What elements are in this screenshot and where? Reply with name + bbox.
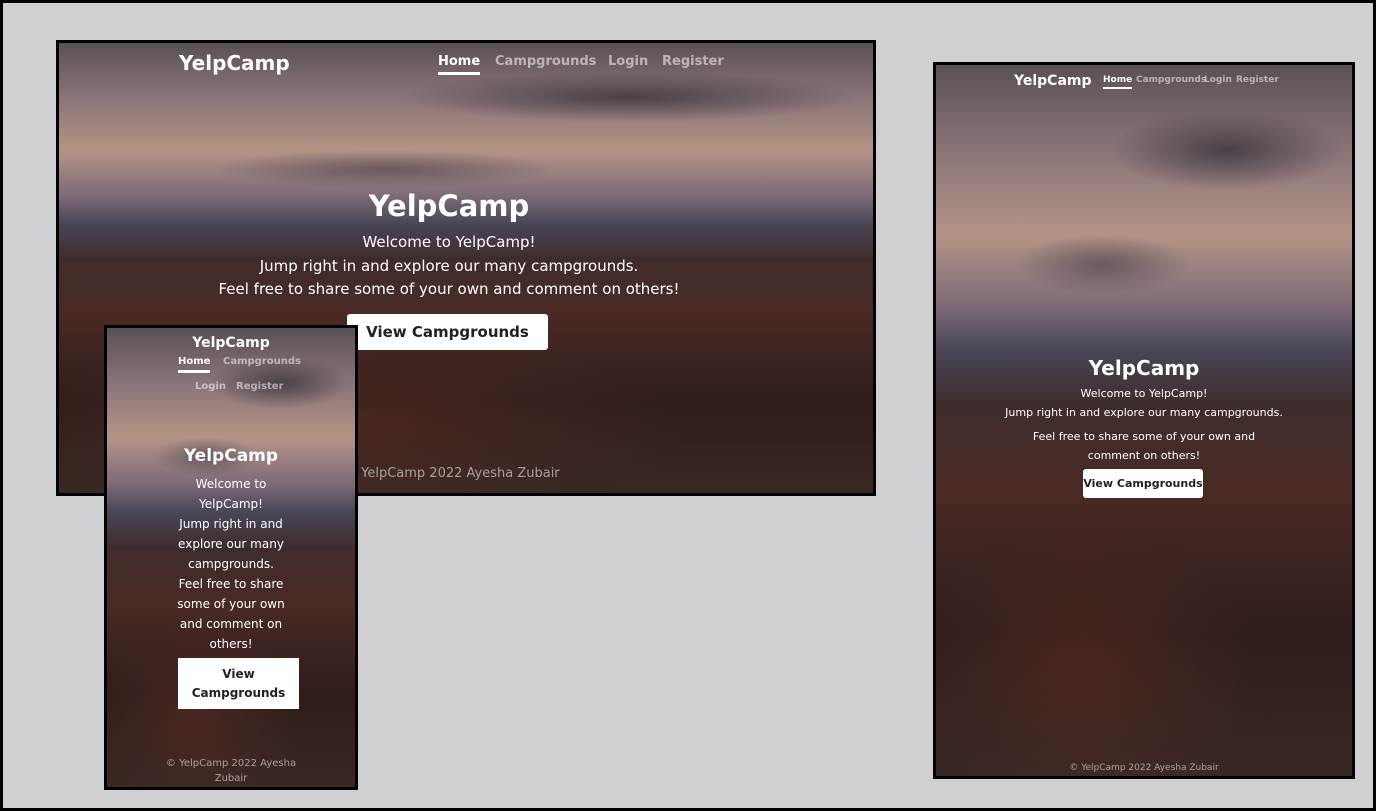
hero-line-explore: Jump right in and explore our many campg… — [259, 257, 639, 275]
hero-welcome: Welcome to YelpCamp! — [195, 477, 267, 511]
nav-register[interactable]: Register — [662, 54, 724, 69]
brand-logo[interactable]: YelpCamp — [1014, 73, 1092, 89]
brand-logo[interactable]: YelpCamp — [179, 51, 290, 75]
mobile-preview: YelpCamp Home Campgrounds Login Register… — [104, 325, 358, 790]
view-campgrounds-button[interactable]: View Campgrounds — [347, 314, 548, 350]
footer-text: © YelpCamp 2022 Ayesha Zubair — [165, 758, 297, 784]
hero-line-share: Feel free to share some of your own and … — [177, 577, 285, 651]
hero-line-share: Feel free to share some of your own and … — [1032, 430, 1256, 462]
tablet-preview: YelpCamp Home Campgrounds Login Register… — [933, 62, 1355, 779]
nav-register[interactable]: Register — [1236, 75, 1279, 85]
hero-welcome: Welcome to YelpCamp! — [362, 233, 536, 251]
footer-text: © YelpCamp 2022 Ayesha Zubair — [1069, 763, 1219, 773]
hero-line-explore: Jump right in and explore our many campg… — [1005, 406, 1283, 419]
brand-logo[interactable]: YelpCamp — [107, 335, 355, 351]
nav-register[interactable]: Register — [236, 381, 284, 392]
nav-home[interactable]: Home — [178, 356, 211, 373]
nav-home[interactable]: Home — [1103, 75, 1133, 89]
nav-login[interactable]: Login — [608, 54, 648, 69]
view-campgrounds-button[interactable]: View Campgrounds — [178, 658, 299, 709]
nav-campgrounds[interactable]: Campgrounds — [495, 54, 596, 69]
footer-text: © YelpCamp 2022 Ayesha Zubair — [344, 466, 560, 481]
nav-home[interactable]: Home — [438, 54, 481, 75]
hero-title: YelpCamp — [1088, 356, 1200, 380]
nav-campgrounds[interactable]: Campgrounds — [1136, 75, 1206, 85]
hero-title: YelpCamp — [368, 189, 530, 223]
nav-login[interactable]: Login — [195, 381, 226, 392]
nav-campgrounds[interactable]: Campgrounds — [223, 356, 301, 367]
hero-welcome: Welcome to YelpCamp! — [1080, 387, 1208, 400]
hero-line-share: Feel free to share some of your own and … — [218, 280, 680, 298]
nav-login[interactable]: Login — [1204, 75, 1232, 85]
hero-line-explore: Jump right in and explore our many campg… — [178, 517, 284, 571]
hero-title: YelpCamp — [183, 446, 279, 466]
view-campgrounds-button[interactable]: View Campgrounds — [1083, 469, 1203, 498]
